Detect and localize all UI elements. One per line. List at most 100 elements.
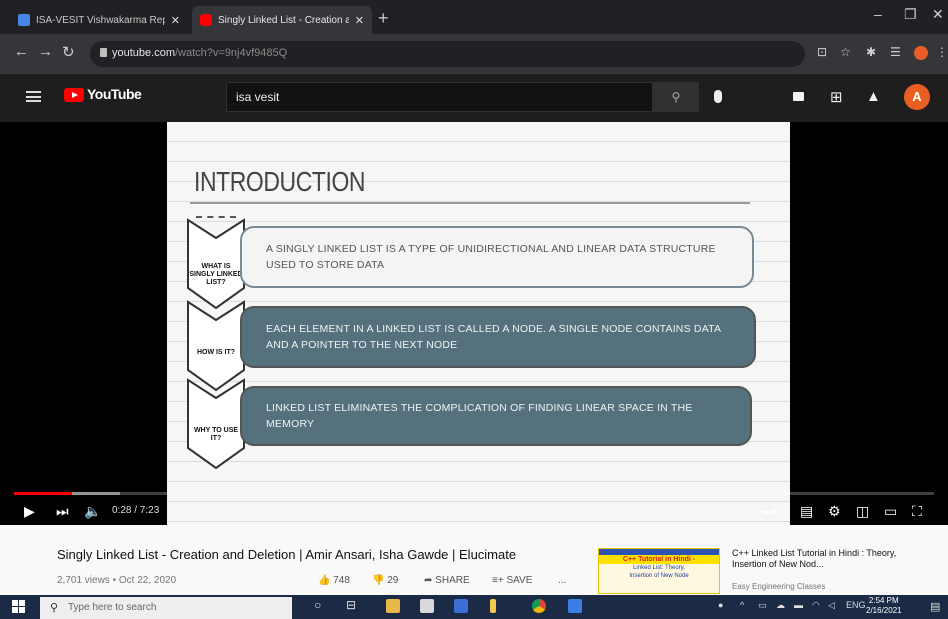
bookmark-star-icon[interactable]: ☆ xyxy=(840,45,851,59)
maximize-button[interactable]: ❐ xyxy=(904,6,917,23)
new-tab-button[interactable]: + xyxy=(378,8,389,29)
chevron-up-icon[interactable]: ^ xyxy=(740,600,744,610)
dislike-button[interactable]: 👎 29 xyxy=(372,575,398,586)
volume-icon[interactable]: 🔈 xyxy=(84,503,101,520)
youtube-logo-text[interactable]: YouTube xyxy=(87,86,142,102)
section-text: A singly linked list is a type of unidir… xyxy=(266,243,716,271)
next-video-icon[interactable]: ⏭ xyxy=(56,503,69,520)
section-label: HOW IS IT? xyxy=(196,349,236,356)
url-host: youtube.com xyxy=(112,47,175,59)
playlist-add-icon: ≡+ xyxy=(492,575,507,586)
save-button[interactable]: ≡+ SAVE xyxy=(492,575,532,586)
notifications-bell-icon[interactable]: ▲ xyxy=(866,88,881,105)
file-explorer-icon[interactable] xyxy=(386,599,400,613)
clock-date: 2/16/2021 xyxy=(866,606,902,615)
like-button[interactable]: 👍 748 xyxy=(318,575,350,586)
section-text-box: Each element in a linked list is called … xyxy=(240,306,756,368)
wifi-icon[interactable]: ◠ xyxy=(812,600,820,611)
browser-tab-isa-vesit[interactable]: ISA-VESIT Vishwakarma Report ✕ xyxy=(10,6,188,34)
theater-mode-icon[interactable]: ▭ xyxy=(884,503,897,520)
extension-puzzle-icon[interactable]: ✱ xyxy=(866,45,876,59)
thumbs-down-icon: 👎 xyxy=(372,575,388,586)
dislike-count: 29 xyxy=(387,575,399,586)
slide-title: INTRODUCTION xyxy=(194,166,366,197)
more-actions-button[interactable]: ... xyxy=(558,575,566,586)
thumbs-up-icon: 👍 xyxy=(318,575,334,586)
cloud-icon[interactable]: ☁ xyxy=(776,600,785,611)
thumbnail-line: C++ Tutorial in Hindi - xyxy=(599,555,719,564)
minimize-button[interactable]: – xyxy=(874,6,882,22)
reading-list-icon[interactable]: ☰ xyxy=(890,45,901,59)
clock[interactable]: 2:54 PM 2/16/2021 xyxy=(866,596,902,616)
windows-start-icon[interactable] xyxy=(12,600,25,613)
close-tab-icon[interactable]: ✕ xyxy=(355,14,364,27)
tray-app-icon[interactable]: ● xyxy=(718,600,723,610)
cortana-icon[interactable]: ○ xyxy=(314,598,321,612)
subtitles-icon[interactable]: ▤ xyxy=(800,503,813,520)
close-window-button[interactable]: ✕ xyxy=(932,6,944,23)
recommended-video-thumbnail[interactable]: C++ Tutorial in Hindi - Linked List: The… xyxy=(598,548,720,594)
chrome-icon[interactable] xyxy=(532,599,546,613)
taskbar-search-input[interactable]: Type here to search xyxy=(40,597,292,619)
network-icon[interactable]: ▭ xyxy=(758,600,767,611)
section-text: Linked list eliminates the complication … xyxy=(266,402,693,430)
apps-grid-icon[interactable]: ⊞ xyxy=(830,88,843,106)
task-view-icon[interactable]: ⊟ xyxy=(346,598,356,612)
microphone-icon[interactable] xyxy=(714,90,722,103)
section-label: WHY TO USE IT? xyxy=(193,427,239,442)
back-arrow-icon[interactable]: ← xyxy=(14,43,29,60)
video-meta: 2,701 views • Oct 22, 2020 xyxy=(57,575,177,586)
section-text: Each element in a linked list is called … xyxy=(266,323,721,351)
create-video-icon[interactable] xyxy=(793,92,804,101)
video-title: Singly Linked List - Creation and Deleti… xyxy=(57,547,517,562)
recommended-video-channel[interactable]: Easy Engineering Classes xyxy=(732,582,825,591)
save-label: SAVE xyxy=(506,575,533,586)
progress-bar[interactable] xyxy=(14,492,934,495)
section-text-box: A singly linked list is a type of unidir… xyxy=(240,226,754,288)
settings-gear-icon[interactable]: ⚙ xyxy=(828,503,841,520)
speaker-icon[interactable]: ◁ xyxy=(828,600,835,611)
search-input[interactable]: isa vesit xyxy=(226,82,653,112)
clock-time: 2:54 PM xyxy=(868,596,899,605)
miniplayer-icon[interactable]: ◫ xyxy=(856,503,869,520)
thumbnail-line: Insertion of New Node xyxy=(629,573,689,579)
battery-icon[interactable]: ▬ xyxy=(794,600,803,610)
shield-icon[interactable] xyxy=(568,599,582,613)
language-indicator[interactable]: ENG xyxy=(846,600,866,610)
autoplay-toggle[interactable]: ▬● xyxy=(762,506,778,517)
close-tab-icon[interactable]: ✕ xyxy=(171,14,180,27)
account-avatar[interactable]: A xyxy=(904,84,930,110)
url-path: /watch?v=9nj4vf9485Q xyxy=(174,47,288,59)
youtube-favicon-icon xyxy=(200,14,212,26)
fullscreen-icon[interactable]: ⛶ xyxy=(912,503,922,520)
progress-fill xyxy=(14,492,72,495)
browser-menu-icon[interactable]: ⋮ xyxy=(936,45,948,59)
reload-icon[interactable]: ↻ xyxy=(62,43,75,61)
store-icon[interactable] xyxy=(420,599,434,613)
hamburger-menu-icon[interactable] xyxy=(26,91,41,102)
play-icon[interactable]: ▶ xyxy=(24,503,35,520)
install-app-icon[interactable]: ⊡ xyxy=(817,45,827,59)
section-text-box: Linked list eliminates the complication … xyxy=(240,386,752,446)
browser-profile-avatar[interactable] xyxy=(914,46,928,60)
tab-title: ISA-VESIT Vishwakarma Report xyxy=(36,14,165,26)
search-button[interactable]: ⚲ xyxy=(653,82,699,112)
url-text[interactable]: youtube.com/watch?v=9nj4vf9485Q xyxy=(112,47,287,59)
lock-icon[interactable] xyxy=(100,48,107,57)
tab-title: Singly Linked List - Creation and xyxy=(218,14,349,26)
title-underline xyxy=(190,202,750,204)
youtube-logo-icon[interactable] xyxy=(64,88,84,102)
share-button[interactable]: ➦ SHARE xyxy=(424,575,470,586)
forward-arrow-icon[interactable]: → xyxy=(38,43,53,60)
chevron-down-icon xyxy=(187,378,245,470)
recommended-video-title[interactable]: C++ Linked List Tutorial in Hindi : Theo… xyxy=(732,548,902,570)
app-icon[interactable] xyxy=(490,599,496,613)
notification-center-icon[interactable]: ▤ xyxy=(930,600,940,613)
thumbnail-line: Linked List: Theory, xyxy=(633,565,685,571)
teams-icon[interactable] xyxy=(454,599,468,613)
share-arrow-icon: ➦ xyxy=(424,575,436,586)
search-icon: ⚲ xyxy=(671,90,681,104)
doc-icon xyxy=(18,14,30,26)
browser-tab-youtube[interactable]: Singly Linked List - Creation and ✕ xyxy=(192,6,372,34)
section-label: WHAT IS SINGLY LINKED LIST? xyxy=(189,263,243,286)
